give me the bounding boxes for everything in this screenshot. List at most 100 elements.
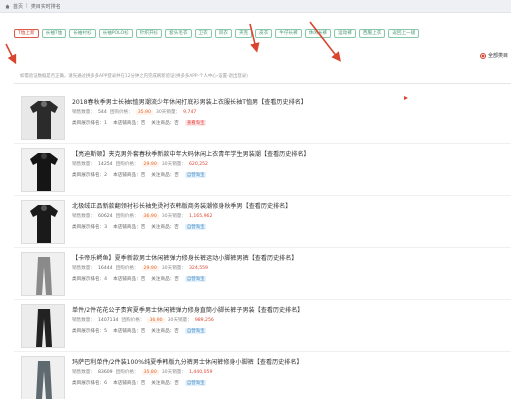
product-row[interactable]: 北极绒正品新款翻领衬衫长袖免烫衬衣韩版商务装潮修身秋季男【查看历史排名】 销售数…: [0, 196, 511, 248]
sales30-value: 324,559: [188, 265, 208, 271]
price-value: 29.90: [141, 161, 159, 167]
follow-label: 关注商品：: [151, 173, 175, 178]
follow-value: 否: [174, 121, 179, 126]
rank-value: 6: [104, 381, 108, 386]
follow-value: 否: [174, 277, 179, 282]
status-badge[interactable]: 自营淘宝: [184, 328, 207, 334]
follow-value: 否: [174, 173, 179, 178]
sales30-value: 1,165,962: [188, 213, 213, 219]
sales-label: 销售数量：: [72, 110, 95, 115]
product-meta-secondary: 类目展示排名：2 本店铺商品：否 关注商品：否 自营淘宝: [72, 172, 207, 178]
tab-0[interactable]: T恤上新: [14, 29, 39, 38]
rank-label: 类目展示排名：: [72, 381, 105, 386]
store-value: 否: [140, 173, 146, 178]
product-row[interactable]: 玛萨巴利单件/2件装100%纯夏季韩版九分裤男士休闲裤修身小脚裤【查看历史排名】…: [0, 352, 511, 399]
store-label: 本店铺商品：: [113, 225, 141, 230]
price-value: 29.90: [141, 265, 159, 271]
store-value: 否: [140, 381, 146, 386]
breadcrumb-separator: |: [26, 3, 28, 9]
tab-5[interactable]: 套头毛衣: [165, 29, 192, 38]
breadcrumb: 首页 | 类目实时排名: [0, 0, 511, 13]
status-badge[interactable]: 自营淘宝: [184, 172, 207, 178]
price-label: 团购价格：: [109, 110, 133, 115]
sales30-label: 30天销量：: [161, 214, 186, 219]
store-label: 本店铺商品：: [113, 329, 141, 334]
price-value: 35.80: [141, 369, 159, 375]
product-thumbnail[interactable]: [21, 356, 65, 399]
sales-value: 544: [97, 109, 107, 115]
status-badge[interactable]: 查看淘宝: [184, 120, 207, 126]
product-title[interactable]: 2018春秋季男士长袖t恤男潮流少年休闲打底衫男装上衣服长袖T恤男【查看历史排名…: [72, 97, 307, 106]
follow-label: 关注商品：: [151, 329, 175, 334]
product-title[interactable]: 【卡帝乐鳄鱼】夏季新款男士休闲裤弹力修身长裤运动小脚裤男裤【查看历史排名】: [72, 253, 297, 262]
store-label: 本店铺商品：: [113, 173, 141, 178]
all-categories-option[interactable]: 全部类目: [480, 52, 508, 59]
price-label: 团购价格：: [121, 318, 145, 323]
product-title[interactable]: 单件/2件花花公子贵宾夏季男士休闲裤弹力修身直筒小脚长裤子男装【查看历史排名】: [72, 305, 303, 314]
tab-4[interactable]: 针织开衫: [135, 29, 163, 38]
tab-13[interactable]: 西服上衣: [358, 29, 386, 38]
price-label: 团购价格：: [115, 370, 139, 375]
status-badge[interactable]: 自营淘宝: [184, 380, 207, 386]
product-meta: 销售数量： 1407134 团购价格： 36.90 30天销量： 989,256: [72, 317, 214, 323]
sales30-label: 30天销量：: [161, 162, 186, 167]
tab-2[interactable]: 长袖衬衫: [69, 29, 96, 38]
price-label: 团购价格：: [115, 266, 139, 271]
product-row[interactable]: 2018春秋季男士长袖t恤男潮流少年休闲打底衫男装上衣服长袖T恤男【查看历史排名…: [0, 92, 511, 144]
product-thumbnail[interactable]: [21, 96, 65, 140]
rank-value: 2: [104, 173, 108, 178]
tab-6[interactable]: 卫衣: [194, 29, 212, 38]
product-title[interactable]: 玛萨巴利单件/2件装100%纯夏季韩版九分裤男士休闲裤修身小脚裤【查看历史排名】: [72, 357, 303, 366]
price-label: 团购价格：: [115, 214, 139, 219]
product-meta: 销售数量： 83609 团购价格： 35.80 30天销量： 1,440,059: [72, 369, 212, 375]
sales-label: 销售数量：: [72, 162, 95, 167]
product-title[interactable]: 北极绒正品新款翻领衬衫长袖免烫衬衣韩版商务装潮修身秋季男【查看历史排名】: [72, 201, 291, 210]
category-tabs: T恤上新 长袖T恤 长袖衬衫 长袖POLO衫 针织开衫 套头毛衣 卫衣 风衣 夹克 皮衣 牛仔长裤休…: [14, 29, 420, 38]
product-row[interactable]: 【亮迪斯顿】夹克男外套春秋季新款中年大码休闲上衣青年学生男装潮【查看历史排名】 …: [0, 144, 511, 196]
tab-7[interactable]: 风衣: [214, 29, 232, 38]
sales30-value: 620,252: [188, 161, 208, 167]
sales-value: 83609: [97, 369, 113, 375]
product-row[interactable]: 【卡帝乐鳄鱼】夏季新款男士休闲裤弹力修身长裤运动小脚裤男裤【查看历史排名】 销售…: [0, 248, 511, 300]
rank-label: 类目展示排名：: [72, 277, 105, 282]
tab-12[interactable]: 运动裤: [334, 29, 356, 38]
breadcrumb-home[interactable]: 首页: [13, 3, 23, 10]
price-value: 35.90: [135, 109, 153, 115]
product-meta-secondary: 类目展示排名：4 本店铺商品：否 关注商品：否 自营淘宝: [72, 276, 207, 282]
follow-label: 关注商品：: [151, 225, 175, 230]
tab-1[interactable]: 长袖T恤: [41, 29, 67, 38]
product-meta-secondary: 类目展示排名：6 本店铺商品：否 关注商品：否 自营淘宝: [72, 380, 207, 386]
store-value: 否: [140, 225, 146, 230]
sales-value: 60624: [97, 213, 113, 219]
status-badge[interactable]: 自营淘宝: [184, 224, 207, 230]
sales-value: 16444: [97, 265, 113, 271]
follow-label: 关注商品：: [151, 121, 175, 126]
product-meta-secondary: 类目展示排名：1 本店铺商品：否 关注商品：否 查看淘宝: [72, 120, 207, 126]
sales-value: 1407134: [97, 317, 119, 323]
tab-9[interactable]: 皮衣: [255, 29, 273, 38]
rank-value: 4: [104, 277, 108, 282]
product-meta: 销售数量： 544 团购价格： 35.90 30天销量： 9,747: [72, 109, 196, 115]
product-meta: 销售数量： 14254 团购价格： 29.90 30天销量： 620,252: [72, 161, 208, 167]
rank-value: 1: [104, 121, 108, 126]
product-title[interactable]: 【亮迪斯顿】夹克男外套春秋季新款中年大码休闲上衣青年学生男装潮【查看历史排名】: [72, 149, 310, 158]
price-value: 36.90: [141, 213, 159, 219]
product-thumbnail[interactable]: [21, 252, 65, 296]
notice-text: 如需验证数据是否正确，请先通过拼多多APP登录并在12分钟之内完成刷新验证(拼多…: [20, 74, 248, 79]
tab-11[interactable]: 休闲长裤: [304, 29, 332, 38]
sales30-value: 989,256: [194, 317, 214, 323]
status-badge[interactable]: 自营淘宝: [184, 276, 207, 282]
tab-10[interactable]: 牛仔长裤: [275, 29, 302, 38]
all-categories-label: 全部类目: [488, 53, 509, 59]
product-thumbnail[interactable]: [21, 304, 65, 348]
tab-8[interactable]: 夹克: [234, 29, 253, 38]
product-thumbnail[interactable]: [21, 200, 65, 244]
product-thumbnail[interactable]: [21, 148, 65, 192]
store-label: 本店铺商品：: [113, 381, 141, 386]
tab-14[interactable]: 返回上一级: [388, 29, 420, 38]
follow-label: 关注商品：: [151, 381, 175, 386]
product-meta-secondary: 类目展示排名：3 本店铺商品：否 关注商品：否 自营淘宝: [72, 224, 207, 230]
radio-icon[interactable]: [480, 52, 486, 59]
product-row[interactable]: 单件/2件花花公子贵宾夏季男士休闲裤弹力修身直筒小脚长裤子男装【查看历史排名】 …: [0, 300, 511, 352]
tab-3[interactable]: 长袖POLO衫: [98, 29, 133, 38]
